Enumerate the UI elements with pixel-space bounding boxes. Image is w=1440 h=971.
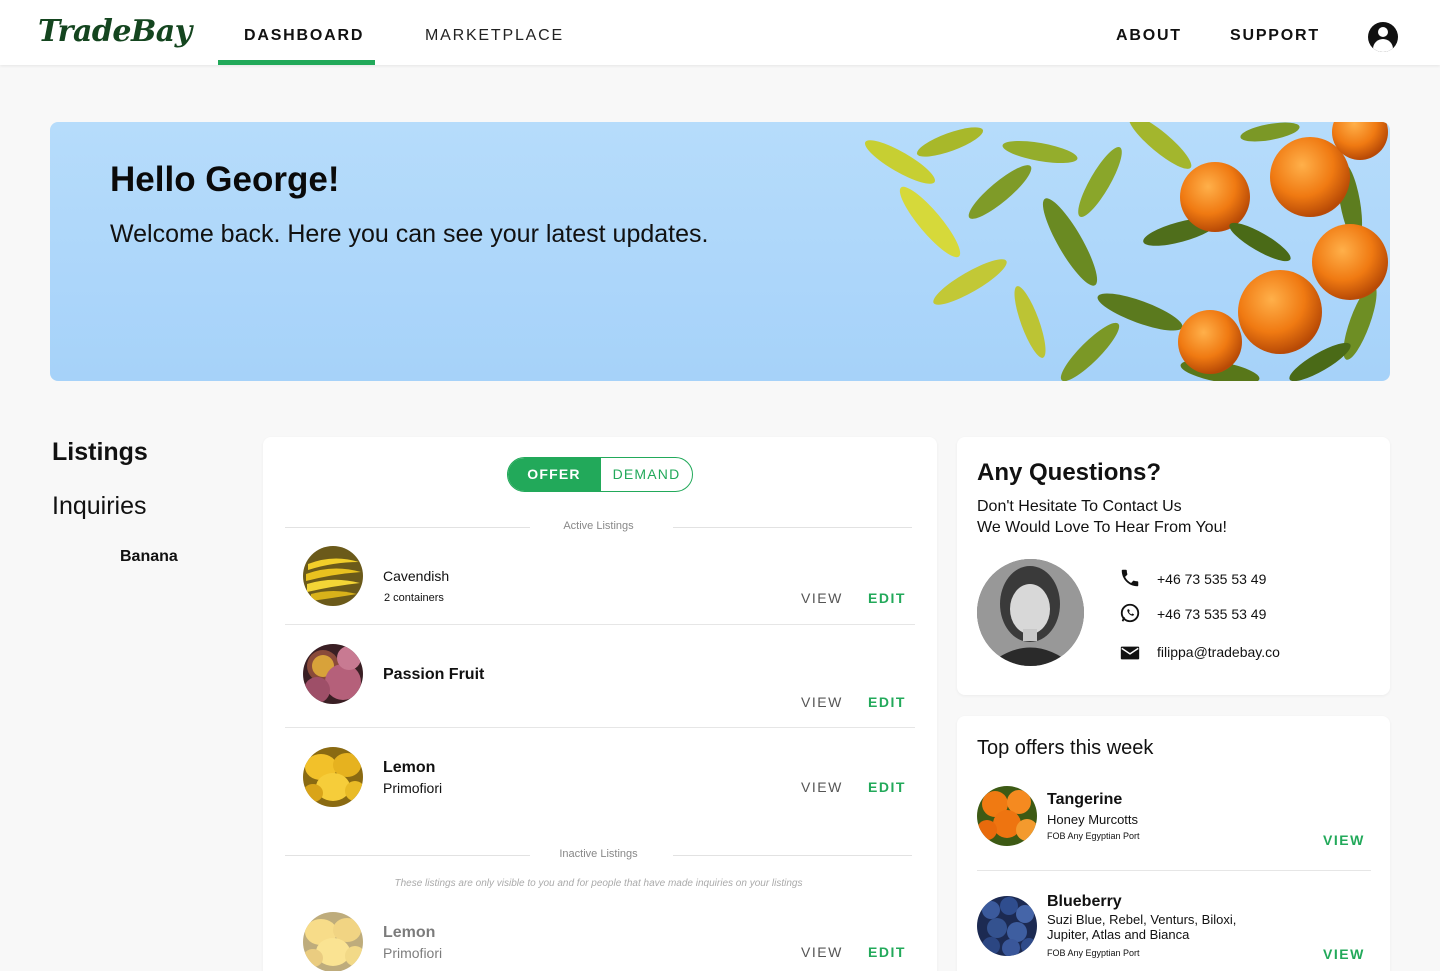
listing-name: Lemon: [383, 759, 436, 776]
row-divider: [285, 624, 915, 625]
offer-view-button[interactable]: VIEW: [1323, 832, 1365, 848]
nav-support[interactable]: SUPPORT: [1230, 27, 1320, 45]
passion-fruit-image: [303, 644, 363, 704]
offer-port: FOB Any Egyptian Port: [1047, 831, 1140, 841]
nav-about[interactable]: ABOUT: [1116, 27, 1182, 45]
nav-marketplace[interactable]: MARKETPLACE: [425, 27, 564, 45]
contact-portrait: [977, 559, 1084, 666]
offer-demand-toggle: OFFER DEMAND: [507, 457, 693, 492]
contact-whatsapp[interactable]: +46 73 535 53 49: [1157, 606, 1266, 622]
edit-button[interactable]: EDIT: [868, 694, 906, 710]
offer-name: Blueberry: [1047, 893, 1122, 910]
offer-variety: Suzi Blue, Rebel, Venturs, Biloxi, Jupit…: [1047, 912, 1237, 942]
contact-phone[interactable]: +46 73 535 53 49: [1157, 571, 1266, 587]
listing-name: Banana: [120, 548, 178, 565]
view-button[interactable]: VIEW: [801, 590, 843, 606]
view-button[interactable]: VIEW: [801, 779, 843, 795]
contact-panel: Any Questions? Don't Hesitate To Contact…: [957, 437, 1390, 695]
contact-line-1: Don't Hesitate To Contact Us: [977, 498, 1182, 515]
whatsapp-icon: [1120, 603, 1140, 623]
greeting-subtitle: Welcome back. Here you can see your late…: [110, 220, 709, 248]
top-offers-title: Top offers this week: [977, 737, 1154, 759]
listings-panel: OFFER DEMAND Active Listings Banana Cave…: [120, 437, 937, 971]
inactive-listings-label: Inactive Listings: [559, 848, 638, 860]
offer-port: FOB Any Egyptian Port: [1047, 948, 1140, 958]
offer-name: Tangerine: [1047, 791, 1123, 808]
orange-tree-image: [865, 122, 1388, 381]
tradebay-logo[interactable]: TradeBay: [38, 14, 192, 49]
top-navbar: TradeBay DASHBOARD MARKETPLACE ABOUT SUP…: [0, 0, 1440, 65]
banana-image: [303, 546, 363, 606]
welcome-banner: Hello George! Welcome back. Here you can…: [50, 122, 1390, 381]
listing-variety: Primofiori: [383, 945, 443, 961]
edit-button[interactable]: EDIT: [868, 590, 906, 606]
active-listings-label: Active Listings: [563, 520, 634, 532]
listing-variety: Cavendish: [383, 568, 450, 584]
lemon-image: [303, 912, 363, 971]
row-divider: [285, 727, 915, 728]
phone-icon: [1121, 569, 1139, 587]
offer-divider: [977, 870, 1371, 871]
account-circle-icon[interactable]: [1368, 22, 1398, 52]
edit-button[interactable]: EDIT: [868, 944, 906, 960]
side-menu-listings[interactable]: Listings: [52, 438, 148, 467]
view-button[interactable]: VIEW: [801, 694, 843, 710]
blueberry-image: [977, 896, 1037, 956]
side-menu-inquiries[interactable]: Inquiries: [52, 492, 147, 521]
inactive-listings-divider: Inactive Listings: [285, 848, 912, 862]
inactive-listings-note: These listings are only visible to you a…: [394, 878, 803, 889]
lemon-image: [303, 747, 363, 807]
contact-title: Any Questions?: [977, 459, 1162, 486]
nav-dashboard[interactable]: DASHBOARD: [244, 27, 364, 45]
listing-name: Lemon: [383, 924, 436, 941]
edit-button[interactable]: EDIT: [868, 779, 906, 795]
listing-name: Passion Fruit: [383, 666, 485, 683]
listing-variety: Primofiori: [383, 780, 443, 796]
offer-view-button[interactable]: VIEW: [1323, 946, 1365, 962]
email-icon: [1120, 646, 1140, 660]
toggle-offer[interactable]: OFFER: [508, 458, 600, 491]
contact-line-2: We Would Love To Hear From You!: [977, 519, 1227, 536]
greeting-title: Hello George!: [110, 160, 340, 199]
toggle-demand[interactable]: DEMAND: [600, 458, 692, 491]
tangerine-image: [977, 786, 1037, 846]
view-button[interactable]: VIEW: [801, 944, 843, 960]
nav-active-indicator: [218, 60, 375, 65]
offer-variety: Honey Murcotts: [1047, 812, 1139, 827]
active-listings-divider: Active Listings: [285, 520, 912, 534]
contact-email[interactable]: filippa@tradebay.co: [1157, 644, 1280, 660]
listing-quantity: 2 containers: [384, 592, 444, 604]
top-offers-panel: Top offers this week Tangerine Honey Mur…: [957, 716, 1390, 971]
